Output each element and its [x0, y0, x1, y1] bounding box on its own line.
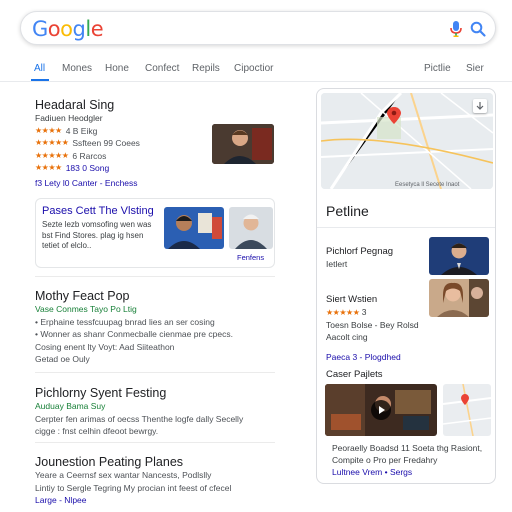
person-1-photo[interactable] [429, 237, 489, 275]
map-preview[interactable]: Eesetyca ll Secete Inaot [321, 93, 493, 189]
caption-line: Compite o Pro per Fredahry [332, 455, 438, 465]
card-image-1[interactable] [164, 207, 224, 249]
result-bullet: Cosing enent lty Voyt: Aad Siiteathon [35, 341, 233, 354]
header: Google [0, 0, 512, 56]
result-snippet: cigge : fnst celhin dfeoot bewrgy. [35, 426, 159, 436]
magnifier-icon[interactable] [469, 20, 487, 38]
tab-sier[interactable]: Sier [466, 63, 484, 74]
caption-link[interactable]: Lultnee Vrem • Sergs [332, 466, 482, 478]
visiting-card[interactable]: Pases Cett The Vlsting Sezte lezb vomsof… [35, 198, 275, 268]
result-thumbnail[interactable] [212, 124, 274, 164]
star-rating: ★★★★ [35, 163, 62, 172]
tab-repils[interactable]: Repils [192, 63, 220, 74]
person-photo-icon [212, 124, 274, 164]
rating-text: Ssfteen 99 Coees [72, 138, 140, 148]
panel-link[interactable]: Paeca 3 - Plogdhed [326, 351, 401, 363]
rating-score: 3 [361, 307, 367, 317]
play-button[interactable] [371, 400, 391, 420]
result-url[interactable]: Auduay Bama Suy [35, 400, 243, 413]
result-title[interactable]: Headaral Sing [35, 98, 140, 112]
person-name[interactable]: Pichlorf Pegnag [326, 246, 393, 258]
result-title[interactable]: Mothy Feact Pop [35, 289, 233, 303]
arrow-down-icon [476, 102, 484, 110]
videos-heading: Caser Pajlets [326, 369, 383, 380]
card-link[interactable]: Fenfens [237, 253, 264, 262]
card-title[interactable]: Pases Cett The Vlsting [42, 205, 154, 217]
result-url[interactable]: Vase Conmes Tayo Po Ltig [35, 303, 233, 316]
result-bullet: • Erphaine tessfcuupag bnrad lies an ser… [35, 316, 215, 327]
result-title[interactable]: Pichlorny Syent Festing [35, 386, 243, 400]
microphone-icon[interactable] [449, 20, 463, 38]
map-caption: Eesetyca ll Secete Inaot [395, 182, 460, 188]
star-rating: ★★★★★ [35, 150, 69, 160]
person-1[interactable]: Pichlorf Pegnag Ietlert [326, 246, 393, 270]
person-detail: Aacolt cing [326, 332, 368, 342]
map-expand-button[interactable] [473, 99, 487, 113]
section-divider [35, 372, 275, 373]
result-title[interactable]: Jounestion Peating Planes [35, 455, 231, 469]
panel-divider [317, 227, 495, 228]
result-link[interactable]: Large - Nlpee [35, 494, 231, 507]
section-divider [35, 276, 275, 277]
star-rating: ★★★★★ [326, 308, 360, 317]
rating-row: ★★★★★ Ssfteen 99 Coees [35, 137, 140, 150]
tab-mones[interactable]: Mones [62, 63, 92, 74]
search-box[interactable]: Google [20, 11, 496, 45]
rating-row: ★★★★ 183 0 Song [35, 162, 140, 175]
search-result-3: Pichlorny Syent Festing Auduay Bama Suy … [35, 386, 243, 438]
map-icon [321, 93, 493, 189]
search-result-4: Jounestion Peating Planes Yeare a Ceerns… [35, 455, 231, 507]
card-image-2[interactable] [229, 207, 273, 249]
rating-text[interactable]: 183 0 Song [66, 162, 109, 175]
result-text: Cosing enent lty Voyt: Aad Siiteathon [35, 341, 175, 352]
result-subtitle: Fadiuen Heodgler [35, 113, 103, 123]
result-bullet: • Wonner as shanr Conmecballe cienmae pr… [35, 329, 233, 339]
active-tab-indicator [31, 79, 49, 81]
result-snippet: Yeare a Ceernsf sex wantar Nancests, Pod… [35, 470, 212, 480]
person-subtitle: Ietlert [326, 259, 348, 269]
person-photo-icon [429, 237, 489, 275]
section-divider [35, 442, 275, 443]
person-detail: Toesn Bolse - Bey Rolsd [326, 320, 419, 330]
search-tabs: All Mones Hone Confect Repils Cipoctior … [0, 56, 512, 82]
person-photo-icon [429, 279, 489, 317]
knowledge-panel: Eesetyca ll Secete Inaot Petline Pichlor… [316, 88, 496, 484]
person-photo-icon [164, 207, 224, 249]
panel-title: Petline [326, 203, 369, 219]
person-2[interactable]: Siert Wstien ★★★★★ 3 Toesn Bolse - Bey R… [326, 294, 419, 343]
result-snippet: Lintiy to Sergle Tegring My procian int … [35, 482, 232, 493]
card-description: Sezte lezb vomsofing wen was bst Find St… [42, 220, 152, 250]
star-rating: ★★★★★ [35, 138, 69, 147]
tab-cipoctior[interactable]: Cipoctior [234, 63, 273, 74]
rating-row: ★★★★ 4 B Eikg [35, 125, 140, 138]
logo-letter: g [72, 17, 86, 41]
search-result-2: Mothy Feact Pop Vase Conmes Tayo Po Ltig… [35, 289, 233, 366]
rating-text: 6 Rarcos [72, 150, 107, 161]
google-logo[interactable]: Google [32, 17, 104, 41]
rating-text: 4 B Eikg [65, 125, 98, 136]
person-2-photo[interactable] [429, 279, 489, 317]
tab-all[interactable]: All [34, 63, 45, 74]
tab-pictlie[interactable]: Pictlie [424, 63, 451, 74]
map-thumbnail[interactable] [443, 384, 491, 436]
result-bullet: Getad oe Ouly [35, 354, 90, 364]
video-caption: Peoraelly Boadsd 11 Soeta thg Rasiont, C… [332, 442, 482, 478]
tab-confect[interactable]: Confect [145, 63, 179, 74]
star-rating: ★★★★ [35, 125, 62, 135]
logo-letter: o [60, 17, 73, 41]
rating-row: ★★★★★ 6 Rarcos [35, 150, 140, 163]
search-result-1: Headaral Sing Fadiuen Heodgler ★★★★ 4 B … [35, 98, 140, 189]
person-photo-icon [229, 207, 273, 249]
video-thumbnail[interactable] [325, 384, 437, 436]
person-name[interactable]: Siert Wstien [326, 294, 419, 306]
tab-hone[interactable]: Hone [105, 63, 129, 74]
logo-letter: e [90, 17, 104, 41]
caption-line: Peoraelly Boadsd 11 Soeta thg Rasiont, [332, 443, 483, 453]
result-links[interactable]: f3 Lety l0 Canter - Enchess [35, 177, 140, 190]
play-icon [379, 406, 385, 414]
map-icon [443, 384, 491, 436]
result-snippet: Cerpter fen arimas of oecss Thenthe logf… [35, 413, 244, 424]
logo-letter: G [32, 17, 48, 41]
logo-letter: o [47, 17, 61, 41]
